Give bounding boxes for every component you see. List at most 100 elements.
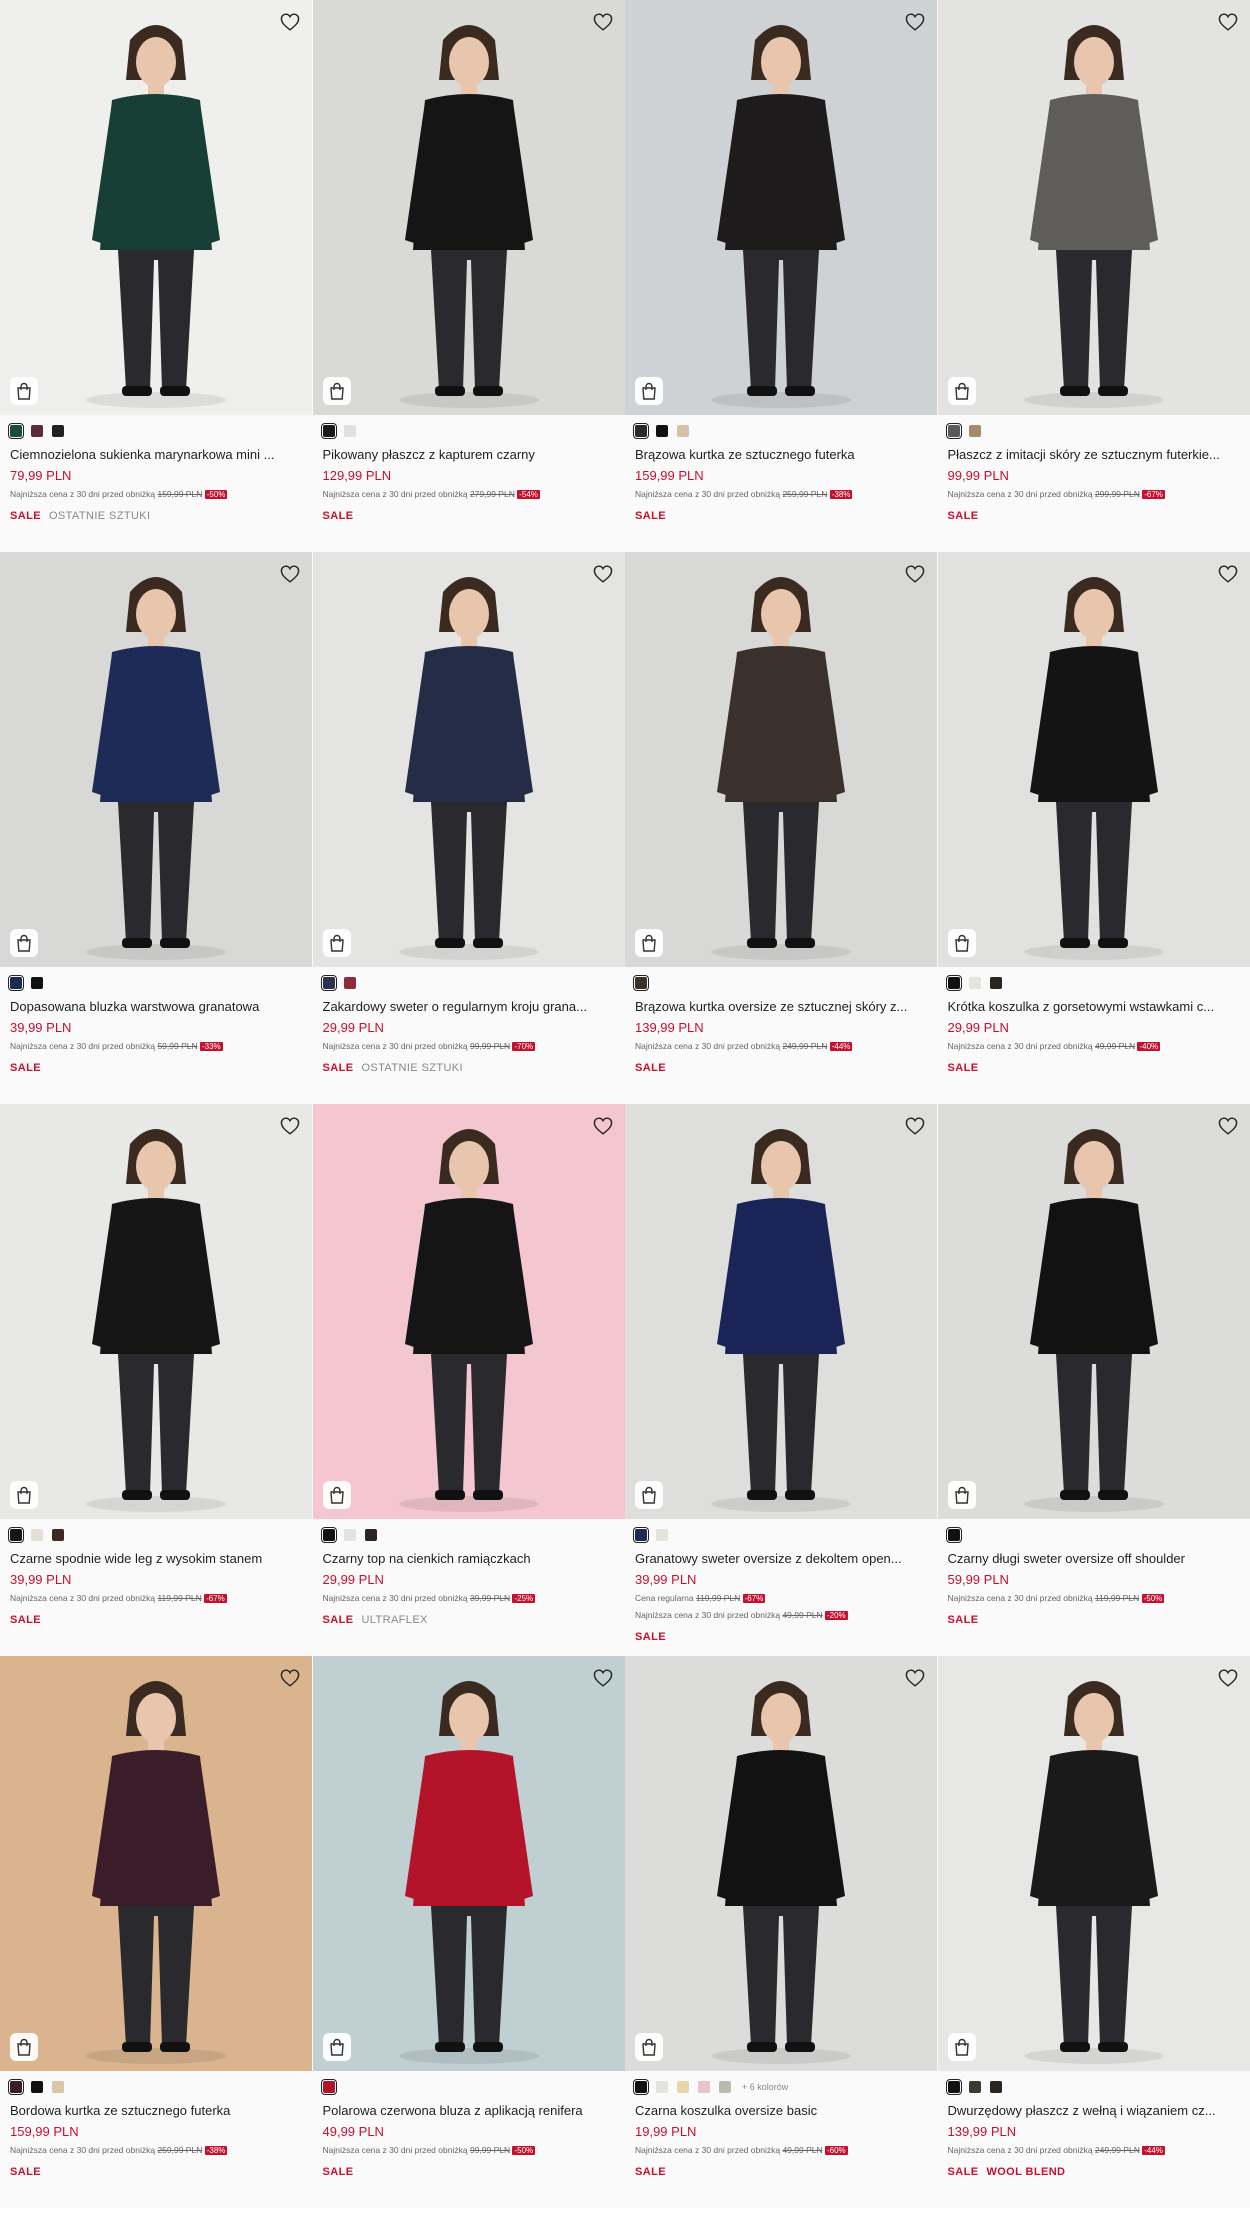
add-to-cart-bag-icon[interactable]	[10, 2033, 38, 2061]
wishlist-heart-icon[interactable]	[903, 1666, 927, 1690]
product-photo[interactable]	[312, 552, 625, 967]
product-photo[interactable]	[937, 0, 1250, 415]
color-swatch[interactable]	[52, 1529, 64, 1541]
color-swatch[interactable]	[343, 425, 356, 437]
product-name[interactable]: Polarowa czerwona bluza z aplikacją reni…	[323, 2103, 616, 2119]
color-swatch[interactable]	[52, 425, 64, 437]
product-name[interactable]: Dwurzędowy płaszcz z wełną i wiązaniem c…	[948, 2103, 1241, 2119]
color-swatch[interactable]	[632, 1526, 650, 1544]
product-photo[interactable]	[625, 1656, 937, 2071]
color-swatch[interactable]	[320, 2078, 337, 2096]
add-to-cart-bag-icon[interactable]	[947, 929, 976, 957]
wishlist-heart-icon[interactable]	[591, 562, 615, 586]
product-card[interactable]: Pikowany płaszcz z kapturem czarny 129,99…	[312, 0, 625, 552]
color-swatch[interactable]	[632, 2078, 650, 2096]
product-photo[interactable]	[0, 1104, 312, 1519]
product-name[interactable]: Brązowa kurtka ze sztucznego futerka	[635, 447, 928, 463]
add-to-cart-bag-icon[interactable]	[322, 1481, 351, 1509]
wishlist-heart-icon[interactable]	[903, 562, 927, 586]
product-name[interactable]: Zakardowy sweter o regularnym kroju gran…	[323, 999, 616, 1015]
add-to-cart-bag-icon[interactable]	[635, 377, 663, 405]
color-swatch[interactable]	[52, 2081, 64, 2093]
wishlist-heart-icon[interactable]	[1216, 1114, 1240, 1138]
color-swatch[interactable]	[31, 977, 43, 989]
product-photo[interactable]	[625, 0, 937, 415]
color-swatch[interactable]	[7, 1526, 25, 1544]
more-colors-label[interactable]: + 6 kolorów	[742, 2082, 788, 2092]
product-card[interactable]: Ciemnozielona sukienka marynarkowa mini …	[0, 0, 313, 552]
product-name[interactable]: Pikowany płaszcz z kapturem czarny	[323, 447, 616, 463]
color-swatch[interactable]	[719, 2081, 731, 2093]
color-swatch[interactable]	[968, 977, 981, 989]
product-name[interactable]: Czarny top na cienkich ramiączkach	[323, 1551, 616, 1567]
color-swatch[interactable]	[698, 2081, 710, 2093]
product-name[interactable]: Czarny długi sweter oversize off shoulde…	[948, 1551, 1241, 1567]
wishlist-heart-icon[interactable]	[1216, 10, 1240, 34]
color-swatch[interactable]	[632, 974, 650, 992]
product-photo[interactable]	[0, 0, 312, 415]
product-name[interactable]: Ciemnozielona sukienka marynarkowa mini …	[10, 447, 303, 463]
product-photo[interactable]	[937, 1104, 1250, 1519]
add-to-cart-bag-icon[interactable]	[322, 377, 351, 405]
add-to-cart-bag-icon[interactable]	[10, 377, 38, 405]
color-swatch[interactable]	[343, 977, 356, 989]
product-name[interactable]: Płaszcz z imitacji skóry ze sztucznym fu…	[948, 447, 1241, 463]
wishlist-heart-icon[interactable]	[591, 1114, 615, 1138]
product-photo[interactable]	[625, 552, 937, 967]
add-to-cart-bag-icon[interactable]	[635, 2033, 663, 2061]
product-photo[interactable]	[0, 552, 312, 967]
product-name[interactable]: Dopasowana bluzka warstwowa granatowa	[10, 999, 303, 1015]
product-photo[interactable]	[0, 1656, 312, 2071]
color-swatch[interactable]	[320, 1526, 337, 1544]
wishlist-heart-icon[interactable]	[903, 10, 927, 34]
product-card[interactable]: Płaszcz z imitacji skóry ze sztucznym fu…	[937, 0, 1250, 552]
color-swatch[interactable]	[7, 974, 25, 992]
product-card[interactable]: Zakardowy sweter o regularnym kroju gran…	[312, 552, 625, 1104]
color-swatch[interactable]	[989, 2081, 1002, 2093]
color-swatch[interactable]	[656, 1529, 668, 1541]
color-swatch[interactable]	[677, 2081, 689, 2093]
color-swatch[interactable]	[632, 422, 650, 440]
product-name[interactable]: Krótka koszulka z gorsetowymi wstawkami …	[948, 999, 1241, 1015]
wishlist-heart-icon[interactable]	[278, 1114, 302, 1138]
product-card[interactable]: Krótka koszulka z gorsetowymi wstawkami …	[937, 552, 1250, 1104]
wishlist-heart-icon[interactable]	[278, 10, 302, 34]
color-swatch[interactable]	[968, 425, 981, 437]
wishlist-heart-icon[interactable]	[278, 562, 302, 586]
product-photo[interactable]	[312, 1656, 625, 2071]
color-swatch[interactable]	[945, 1526, 962, 1544]
color-swatch[interactable]	[7, 2078, 25, 2096]
product-photo[interactable]	[625, 1104, 937, 1519]
product-photo[interactable]	[312, 0, 625, 415]
product-photo[interactable]	[937, 1656, 1250, 2071]
wishlist-heart-icon[interactable]	[591, 10, 615, 34]
add-to-cart-bag-icon[interactable]	[635, 1481, 663, 1509]
color-swatch[interactable]	[677, 425, 689, 437]
color-swatch[interactable]	[31, 425, 43, 437]
color-swatch[interactable]	[656, 2081, 668, 2093]
wishlist-heart-icon[interactable]	[278, 1666, 302, 1690]
product-name[interactable]: Czarna koszulka oversize basic	[635, 2103, 928, 2119]
wishlist-heart-icon[interactable]	[1216, 562, 1240, 586]
color-swatch[interactable]	[31, 2081, 43, 2093]
product-name[interactable]: Granatowy sweter oversize z dekoltem ope…	[635, 1551, 928, 1567]
color-swatch[interactable]	[945, 422, 962, 440]
color-swatch[interactable]	[343, 1529, 356, 1541]
product-name[interactable]: Brązowa kurtka oversize ze sztucznej skó…	[635, 999, 928, 1015]
add-to-cart-bag-icon[interactable]	[322, 929, 351, 957]
color-swatch[interactable]	[945, 2078, 962, 2096]
wishlist-heart-icon[interactable]	[591, 1666, 615, 1690]
product-card[interactable]: Dwurzędowy płaszcz z wełną i wiązaniem c…	[937, 1656, 1250, 2208]
add-to-cart-bag-icon[interactable]	[947, 2033, 976, 2061]
product-card[interactable]: Czarne spodnie wide leg z wysokim stanem…	[0, 1104, 313, 1656]
product-card[interactable]: Brązowa kurtka oversize ze sztucznej skó…	[625, 552, 938, 1104]
product-card[interactable]: Granatowy sweter oversize z dekoltem ope…	[625, 1104, 938, 1656]
product-card[interactable]: + 6 kolorów Czarna koszulka oversize basi…	[625, 1656, 938, 2208]
color-swatch[interactable]	[320, 422, 337, 440]
product-name[interactable]: Czarne spodnie wide leg z wysokim stanem	[10, 1551, 303, 1567]
product-card[interactable]: Czarny długi sweter oversize off shoulde…	[937, 1104, 1250, 1656]
add-to-cart-bag-icon[interactable]	[947, 377, 976, 405]
wishlist-heart-icon[interactable]	[903, 1114, 927, 1138]
product-card[interactable]: Polarowa czerwona bluza z aplikacją reni…	[312, 1656, 625, 2208]
add-to-cart-bag-icon[interactable]	[10, 929, 38, 957]
